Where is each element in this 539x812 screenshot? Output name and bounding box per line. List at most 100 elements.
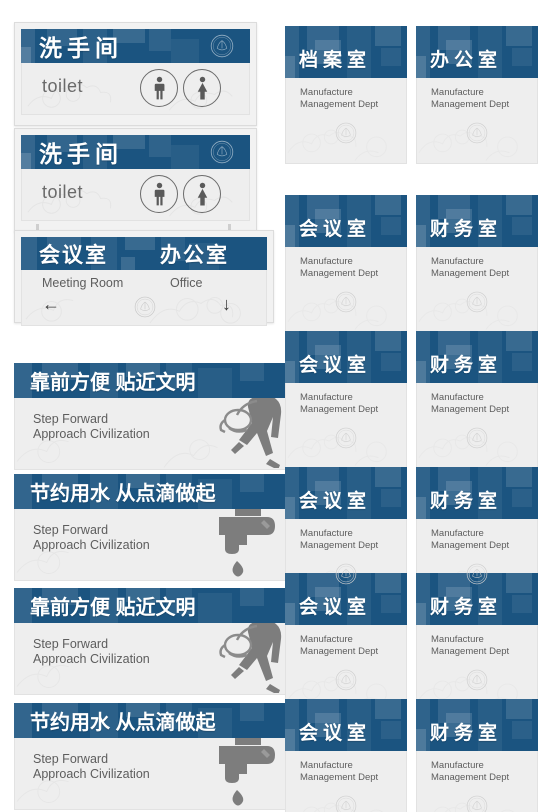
door-plate-header: 档案室 bbox=[285, 26, 407, 78]
door-plate-title: 办公室 bbox=[430, 50, 503, 71]
institution-seal-icon bbox=[335, 427, 357, 449]
slogan-banner-3[interactable]: 靠前方便 贴近文明 Step Forward Approach Civiliza… bbox=[14, 588, 296, 695]
door-plate-header: 会议室 bbox=[285, 331, 407, 383]
door-plate-title: 财务室 bbox=[430, 723, 503, 744]
door-plate-title: 财务室 bbox=[430, 355, 503, 376]
toilet-plate-2-title: 洗手间 bbox=[39, 141, 123, 167]
institution-seal-icon bbox=[210, 140, 234, 164]
door-plate-left-2[interactable]: 会议室 Manufacture Management Dept bbox=[285, 195, 407, 333]
slogan-banner-3-title: 靠前方便 贴近文明 bbox=[30, 597, 196, 619]
slogan-banner-2-header: 节约用水 从点滴做起 bbox=[14, 474, 296, 509]
door-plate-right-3[interactable]: 财务室 Manufacture Management Dept bbox=[416, 331, 538, 469]
direction-right-english: Office bbox=[170, 276, 203, 290]
door-plate-subtitle: Manufacture Management Dept bbox=[431, 760, 510, 783]
door-plate-subtitle: Manufacture Management Dept bbox=[300, 256, 379, 279]
slogan-banner-4-body: Step Forward Approach Civilization bbox=[14, 738, 296, 810]
male-restroom-icon bbox=[140, 69, 178, 107]
toilet-plate-1-body: toilet bbox=[21, 63, 250, 115]
person-watering-icon bbox=[219, 398, 282, 468]
institution-seal-icon bbox=[134, 296, 156, 318]
arrow-left-icon: ← bbox=[42, 294, 60, 314]
door-plate-title: 会议室 bbox=[299, 219, 372, 240]
door-plate-title: 会议室 bbox=[299, 355, 372, 376]
institution-seal-icon bbox=[335, 563, 357, 585]
door-plate-left-3[interactable]: 会议室 Manufacture Management Dept bbox=[285, 331, 407, 469]
door-plate-header: 办公室 bbox=[416, 26, 538, 78]
door-plate-right-5[interactable]: 财务室 Manufacture Management Dept bbox=[416, 573, 538, 711]
door-plate-subtitle: Manufacture Management Dept bbox=[300, 392, 379, 415]
door-plate-body: Manufacture Management Dept bbox=[285, 247, 407, 333]
direction-right-title: 办公室 bbox=[160, 243, 229, 267]
door-plate-right-2[interactable]: 财务室 Manufacture Management Dept bbox=[416, 195, 538, 333]
institution-seal-icon bbox=[466, 291, 488, 313]
door-plate-left-6[interactable]: 会议室 Manufacture Management Dept bbox=[285, 699, 407, 812]
male-restroom-icon bbox=[140, 175, 178, 213]
slogan-banner-4-subtitle: Step Forward Approach Civilization bbox=[33, 752, 150, 782]
door-plate-header: 财务室 bbox=[416, 331, 538, 383]
faucet-drip-icon bbox=[219, 738, 275, 806]
door-plate-right-1[interactable]: 办公室 Manufacture Management Dept bbox=[416, 26, 538, 164]
slogan-banner-4-header: 节约用水 从点滴做起 bbox=[14, 703, 296, 738]
door-plate-title: 会议室 bbox=[299, 723, 372, 744]
institution-seal-icon bbox=[210, 34, 234, 58]
door-plate-header: 会议室 bbox=[285, 699, 407, 751]
door-plate-body: Manufacture Management Dept bbox=[285, 751, 407, 812]
door-plate-subtitle: Manufacture Management Dept bbox=[300, 528, 379, 551]
faucet-drip-icon bbox=[219, 509, 275, 577]
toilet-plate-1[interactable]: 洗手间 toilet bbox=[14, 22, 257, 126]
institution-seal-icon bbox=[335, 122, 357, 144]
direction-board[interactable]: 会议室 办公室 Meeting Room Office ← ↓ bbox=[14, 230, 274, 326]
toilet-plate-2-icons bbox=[140, 175, 221, 213]
door-plate-title: 会议室 bbox=[299, 491, 372, 512]
female-restroom-icon bbox=[183, 69, 221, 107]
door-plate-title: 财务室 bbox=[430, 219, 503, 240]
door-plate-header: 财务室 bbox=[416, 195, 538, 247]
direction-left-english: Meeting Room bbox=[42, 276, 124, 290]
toilet-plate-1-header: 洗手间 bbox=[21, 29, 250, 63]
door-plate-title: 会议室 bbox=[299, 597, 372, 618]
arrow-down-icon: ↓ bbox=[222, 294, 231, 314]
toilet-plate-2[interactable]: 洗手间 toilet bbox=[14, 128, 257, 232]
door-plate-header: 会议室 bbox=[285, 467, 407, 519]
direction-board-body: Meeting Room Office ← ↓ bbox=[21, 270, 267, 326]
slogan-banner-2-body: Step Forward Approach Civilization bbox=[14, 509, 296, 581]
door-plate-body: Manufacture Management Dept bbox=[416, 751, 538, 812]
door-plate-subtitle: Manufacture Management Dept bbox=[431, 392, 510, 415]
door-plate-subtitle: Manufacture Management Dept bbox=[431, 528, 510, 551]
door-plate-body: Manufacture Management Dept bbox=[416, 383, 538, 469]
door-plate-header: 财务室 bbox=[416, 699, 538, 751]
direction-board-header: 会议室 办公室 bbox=[21, 237, 267, 270]
slogan-banner-1[interactable]: 靠前方便 贴近文明 Step Forward Approach Civiliza… bbox=[14, 363, 296, 470]
slogan-banner-2[interactable]: 节约用水 从点滴做起 Step Forward Approach Civiliz… bbox=[14, 474, 296, 581]
slogan-banner-1-subtitle: Step Forward Approach Civilization bbox=[33, 412, 150, 442]
slogan-banner-2-subtitle: Step Forward Approach Civilization bbox=[33, 523, 150, 553]
slogan-banner-1-body: Step Forward Approach Civilization bbox=[14, 398, 296, 470]
institution-seal-icon bbox=[466, 427, 488, 449]
person-watering-icon bbox=[219, 623, 282, 693]
slogan-banner-4-title: 节约用水 从点滴做起 bbox=[30, 712, 216, 734]
direction-left-title: 会议室 bbox=[39, 243, 108, 267]
door-plate-title: 档案室 bbox=[299, 50, 372, 71]
toilet-plate-2-body: toilet bbox=[21, 169, 250, 221]
door-plate-header: 会议室 bbox=[285, 195, 407, 247]
door-plate-header: 财务室 bbox=[416, 467, 538, 519]
toilet-plate-1-english: toilet bbox=[42, 76, 84, 96]
door-plate-subtitle: Manufacture Management Dept bbox=[300, 87, 379, 110]
door-plate-subtitle: Manufacture Management Dept bbox=[300, 760, 379, 783]
door-plate-subtitle: Manufacture Management Dept bbox=[300, 634, 379, 657]
toilet-plate-1-title: 洗手间 bbox=[39, 35, 123, 61]
door-plate-subtitle: Manufacture Management Dept bbox=[431, 256, 510, 279]
institution-seal-icon bbox=[466, 669, 488, 691]
slogan-banner-3-subtitle: Step Forward Approach Civilization bbox=[33, 637, 150, 667]
institution-seal-icon bbox=[466, 563, 488, 585]
slogan-banner-4[interactable]: 节约用水 从点滴做起 Step Forward Approach Civiliz… bbox=[14, 703, 296, 810]
slogan-banner-1-header: 靠前方便 贴近文明 bbox=[14, 363, 296, 398]
door-plate-left-5[interactable]: 会议室 Manufacture Management Dept bbox=[285, 573, 407, 711]
institution-seal-icon bbox=[335, 669, 357, 691]
door-plate-title: 财务室 bbox=[430, 597, 503, 618]
institution-seal-icon bbox=[335, 291, 357, 313]
door-plate-right-6[interactable]: 财务室 Manufacture Management Dept bbox=[416, 699, 538, 812]
toilet-plate-1-icons bbox=[140, 69, 221, 107]
door-plate-left-1[interactable]: 档案室 Manufacture Management Dept bbox=[285, 26, 407, 164]
door-plate-subtitle: Manufacture Management Dept bbox=[431, 87, 510, 110]
